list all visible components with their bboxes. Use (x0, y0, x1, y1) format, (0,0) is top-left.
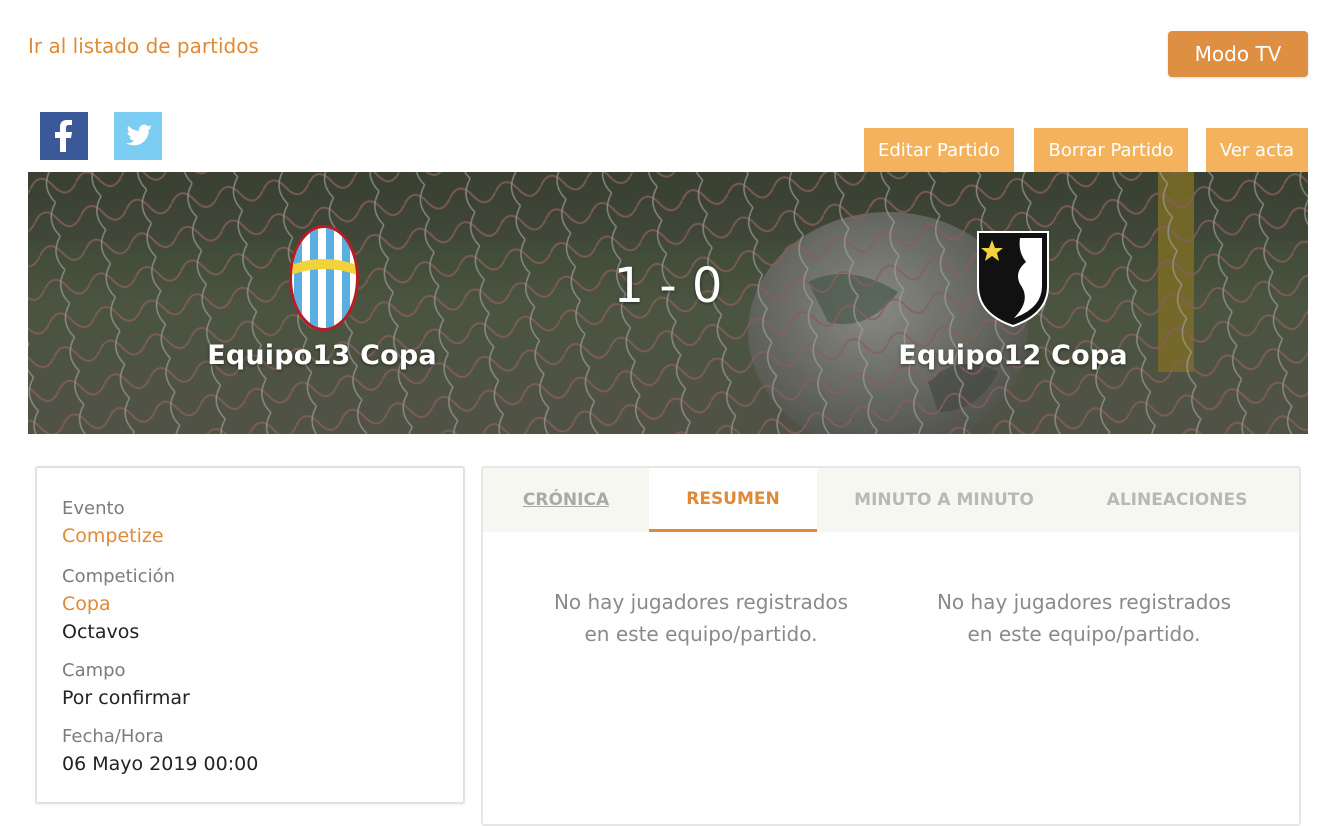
twitter-icon (126, 124, 152, 146)
away-team-name[interactable]: Equipo12 Copa (898, 340, 1128, 371)
match-score: 1 - 0 (613, 258, 723, 314)
twitter-share-button[interactable] (114, 112, 162, 160)
competition-label: Competición (62, 566, 175, 587)
datetime-value: 06 Mayo 2019 00:00 (62, 753, 259, 775)
competition-link[interactable]: Copa (62, 593, 111, 615)
event-label: Evento (62, 498, 125, 519)
field-label: Campo (62, 660, 126, 681)
away-empty-message: No hay jugadores registrados en este equ… (914, 586, 1254, 650)
match-info-card: Evento Competize Competición Copa Octavo… (35, 466, 465, 804)
home-empty-line2: en este equipo/partido. (584, 622, 818, 646)
home-team-name[interactable]: Equipo13 Copa (207, 340, 437, 371)
tab-cronica[interactable]: CRÓNICA (483, 468, 649, 532)
tab-resumen[interactable]: RESUMEN (649, 468, 817, 532)
tab-alineaciones[interactable]: ALINEACIONES (1071, 468, 1283, 532)
away-empty-line1: No hay jugadores registrados (936, 590, 1232, 614)
back-to-matches-link[interactable]: Ir al listado de partidos (28, 34, 259, 58)
match-tabs-panel: CRÓNICA RESUMEN MINUTO A MINUTO ALINEACI… (481, 466, 1301, 826)
tab-minuto-a-minuto[interactable]: MINUTO A MINUTO (817, 468, 1071, 532)
delete-match-button[interactable]: Borrar Partido (1034, 128, 1188, 172)
tab-bar: CRÓNICA RESUMEN MINUTO A MINUTO ALINEACI… (483, 468, 1299, 532)
round-value: Octavos (62, 621, 140, 643)
home-team-crest (289, 225, 359, 331)
view-report-button[interactable]: Ver acta (1206, 128, 1308, 172)
datetime-label: Fecha/Hora (62, 726, 164, 747)
event-link[interactable]: Competize (62, 525, 164, 547)
tv-mode-button[interactable]: Modo TV (1168, 31, 1308, 77)
away-empty-line2: en este equipo/partido. (967, 622, 1201, 646)
away-team-crest (977, 231, 1049, 328)
facebook-icon (55, 120, 72, 152)
edit-match-button[interactable]: Editar Partido (864, 128, 1014, 172)
home-empty-message: No hay jugadores registrados en este equ… (531, 586, 871, 650)
field-value: Por confirmar (62, 687, 190, 709)
facebook-share-button[interactable] (40, 112, 88, 160)
home-empty-line1: No hay jugadores registrados (553, 590, 849, 614)
